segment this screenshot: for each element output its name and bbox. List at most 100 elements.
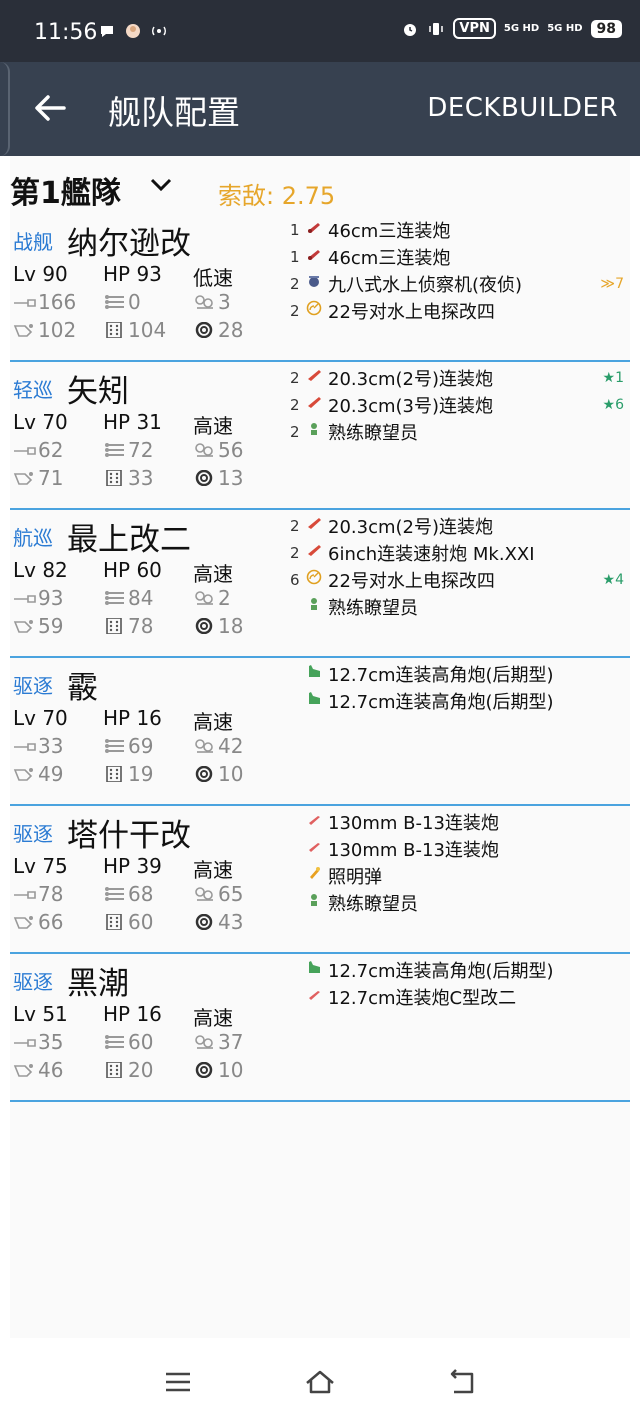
- luck-icon: [193, 1058, 218, 1082]
- equipment-item[interactable]: 130mm B-13连装炮: [290, 835, 630, 862]
- ship-type: 战舰: [13, 230, 53, 254]
- home-icon[interactable]: [304, 1368, 336, 1396]
- radar-icon: [306, 300, 328, 321]
- luck-icon: [193, 614, 218, 638]
- anti-air-icon: [193, 438, 218, 462]
- equipment-item[interactable]: 2 九八式水上侦察机(夜侦) ≫7: [290, 270, 630, 297]
- ship-card[interactable]: 驱逐霰 Lv 70 HP 16 高速 33 69 42 49 19 10 12.7cm连装高角炮(后…: [10, 658, 630, 806]
- slot-count: 2: [290, 395, 300, 414]
- asw-value: 49: [38, 762, 64, 786]
- ship-type: 驱逐: [13, 674, 53, 698]
- firepower-value: 35: [38, 1030, 64, 1054]
- torpedo-value: 69: [128, 734, 154, 758]
- equipment-item[interactable]: 熟练瞭望员: [290, 889, 630, 916]
- ship-card[interactable]: 航巡 最上改二 Lv 82 HP 60 高速 93 84 2 59 78 18 2 20.3cm(2号)…: [10, 510, 630, 658]
- equipment-item[interactable]: 熟练瞭望员: [290, 593, 630, 620]
- ship-level: Lv 82: [13, 558, 68, 582]
- lookout-icon: [306, 892, 328, 913]
- ship-card[interactable]: 驱逐 塔什干改 Lv 75 HP 39 高速 78 68 65 66 60 43 130mm B-13…: [10, 806, 630, 954]
- small-gun-red-icon: [306, 838, 328, 859]
- ship-hp: HP 60: [103, 558, 162, 582]
- menu-icon[interactable]: [162, 1368, 194, 1396]
- equipment-name: 照明弹: [328, 866, 382, 888]
- ship-type: 驱逐: [13, 822, 53, 846]
- fleet-selector[interactable]: 第1艦隊: [10, 168, 121, 212]
- ship-stats-row2: 66 60 43: [13, 910, 283, 934]
- equipment-name: 熟练瞭望员: [328, 422, 418, 444]
- hotspot-icon: [152, 26, 166, 36]
- equipment-name: 20.3cm(3号)连装炮: [328, 395, 494, 417]
- equipment-item[interactable]: 12.7cm连装炮C型改二: [290, 983, 630, 1010]
- los-value: 60: [128, 910, 154, 934]
- equipment-item[interactable]: 2 22号对水上电探改四: [290, 297, 630, 324]
- back-arrow-icon[interactable]: [32, 90, 68, 126]
- slot-count: 1: [290, 220, 300, 239]
- equipment-item[interactable]: 2 6inch连装速射炮 Mk.XXI: [290, 539, 630, 566]
- main-gun-large-icon: [306, 246, 328, 267]
- torpedo-icon: [103, 586, 128, 610]
- firepower-icon: [13, 882, 38, 906]
- torpedo-icon: [103, 290, 128, 314]
- equipment-item[interactable]: 12.7cm连装高角炮(后期型): [290, 687, 630, 714]
- ship-name: 最上改二: [67, 522, 191, 558]
- asw-icon: [13, 1058, 38, 1082]
- drawer-edge[interactable]: [0, 62, 10, 156]
- equipment-item[interactable]: 2 熟练瞭望员: [290, 418, 630, 445]
- luck-value: 18: [218, 614, 244, 638]
- equipment-name: 九八式水上侦察机(夜侦): [328, 274, 523, 296]
- equipment-item[interactable]: 1 46cm三连装炮: [290, 243, 630, 270]
- ship-name: 矢矧: [67, 374, 129, 410]
- ship-basic-stats: Lv 90 HP 93 低速: [13, 262, 283, 291]
- asw-icon: [13, 318, 38, 342]
- equipment-name: 熟练瞭望员: [328, 597, 418, 619]
- battery-indicator: 98: [590, 19, 622, 38]
- equipment-name: 130mm B-13连装炮: [328, 839, 499, 861]
- slot-count: 2: [290, 543, 300, 562]
- ship-hp: HP 93: [103, 262, 162, 286]
- ship-card[interactable]: 战舰 纳尔逊改 Lv 90 HP 93 低速 166 0 3 102 104 28 1 46cm三连装炮…: [10, 214, 630, 362]
- equipment-item[interactable]: 130mm B-13连装炮: [290, 808, 630, 835]
- ship-card[interactable]: 轻巡 矢矧 Lv 70 HP 31 高速 62 72 56 71 33 13 2 20.3cm(2号)连…: [10, 362, 630, 510]
- alarm-icon: [404, 23, 417, 36]
- equipment-item[interactable]: 12.7cm连装高角炮(后期型): [290, 660, 630, 687]
- fleet-header[interactable]: 第1艦隊 索敌: 2.75: [10, 156, 630, 214]
- equipment-item[interactable]: 1 46cm三连装炮: [290, 216, 630, 243]
- seaplane-recon-icon: [306, 273, 328, 294]
- luck-value: 28: [218, 318, 244, 342]
- back-icon[interactable]: [446, 1368, 478, 1396]
- ship-name: 黑潮: [67, 966, 129, 1002]
- main-gun-medium-icon: [306, 515, 328, 536]
- system-nav-bar: [0, 1338, 640, 1422]
- los-value: 20: [128, 1058, 154, 1082]
- anti-air-value: 56: [218, 438, 244, 462]
- equipment-item[interactable]: 2 20.3cm(3号)连装炮 ★6: [290, 391, 630, 418]
- torpedo-icon: [103, 1030, 128, 1054]
- equipment-name: 12.7cm连装高角炮(后期型): [328, 691, 554, 713]
- firepower-value: 166: [38, 290, 77, 314]
- chat-icon: [101, 26, 113, 37]
- equipment-item[interactable]: 12.7cm连装高角炮(后期型): [290, 956, 630, 983]
- slot-count: 6: [290, 570, 300, 589]
- ship-list: 战舰 纳尔逊改 Lv 90 HP 93 低速 166 0 3 102 104 28 1 46cm三连装炮…: [10, 214, 630, 1102]
- ship-basic-stats: Lv 70 HP 31 高速: [13, 410, 283, 439]
- equipment-item[interactable]: 2 20.3cm(2号)连装炮: [290, 512, 630, 539]
- equipment-item[interactable]: 照明弹: [290, 862, 630, 889]
- asw-value: 102: [38, 318, 77, 342]
- equipment-item[interactable]: 2 20.3cm(2号)连装炮 ★1: [290, 364, 630, 391]
- equipment-list: 2 20.3cm(2号)连装炮 2 6inch连装速射炮 Mk.XXI 6 22号对水上电…: [290, 512, 630, 620]
- ship-type: 航巡: [13, 526, 53, 550]
- ship-hp: HP 16: [103, 706, 162, 730]
- small-gun-green-icon: [306, 959, 328, 980]
- los-icon: [103, 318, 128, 342]
- firepower-icon: [13, 290, 38, 314]
- firepower-value: 78: [38, 882, 64, 906]
- equipment-list: 12.7cm连装高角炮(后期型) 12.7cm连装炮C型改二: [290, 956, 630, 1010]
- vibrate-icon: [429, 22, 444, 35]
- los-value: 33: [128, 466, 154, 490]
- ship-card[interactable]: 驱逐 黑潮 Lv 51 HP 16 高速 35 60 37 46 20 10 12.7cm连装高角炮(…: [10, 954, 630, 1102]
- equipment-list: 12.7cm连装高角炮(后期型) 12.7cm连装高角炮(后期型): [290, 660, 630, 714]
- chevron-down-icon[interactable]: [150, 178, 172, 192]
- asw-icon: [13, 614, 38, 638]
- deckbuilder-button[interactable]: DECKBUILDER: [427, 93, 618, 123]
- equipment-item[interactable]: 6 22号对水上电探改四 ★4: [290, 566, 630, 593]
